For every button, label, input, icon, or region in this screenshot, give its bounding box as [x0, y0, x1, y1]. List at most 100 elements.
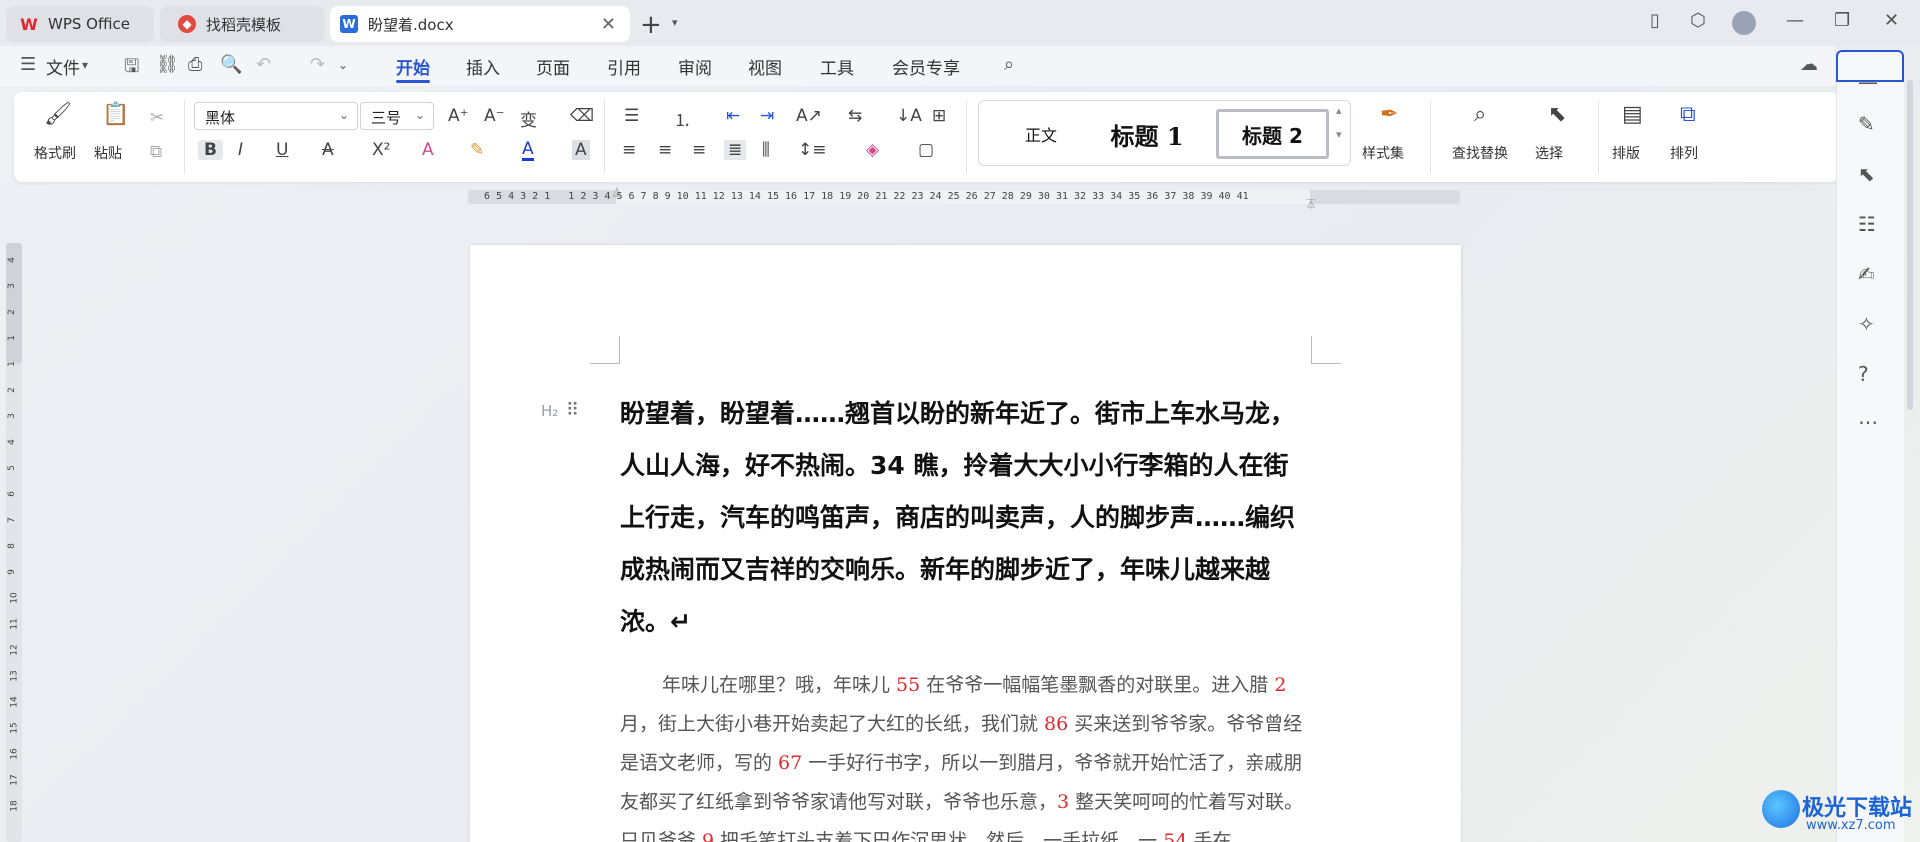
- hamburger-icon[interactable]: ☰: [20, 54, 36, 75]
- cut-icon[interactable]: ✂: [150, 108, 164, 128]
- tab-tools[interactable]: 工具: [820, 54, 854, 79]
- font-size-select[interactable]: 三号 ⌄: [360, 102, 434, 130]
- paste-icon: 📋: [102, 102, 130, 127]
- bullet-list-icon[interactable]: ☰: [624, 106, 639, 126]
- chevron-down-icon[interactable]: ▾: [672, 16, 678, 29]
- strikethrough-icon[interactable]: A: [322, 140, 334, 160]
- text-direction-icon[interactable]: A↗: [796, 106, 822, 126]
- vertical-ruler-number: 15: [9, 722, 20, 734]
- document-heading[interactable]: 盼望着，盼望着……翘首以盼的新年近了。街市上车水马龙，人山人海，好不热闹。34 …: [620, 388, 1310, 648]
- cloud-sync-icon[interactable]: ☁: [1800, 54, 1818, 75]
- restore-icon[interactable]: ❐: [1834, 10, 1850, 31]
- arrange-button[interactable]: 排列: [1670, 143, 1698, 163]
- style-heading-2[interactable]: 标题 2: [1216, 109, 1329, 159]
- tab-docer-templates[interactable]: ◆ 找稻壳模板: [160, 6, 325, 42]
- watermark-logo-icon: [1762, 790, 1800, 828]
- chevron-down-icon[interactable]: ⌄: [338, 58, 348, 72]
- tab-member[interactable]: 会员专享: [892, 54, 960, 79]
- style-heading-1[interactable]: 标题 1: [1097, 109, 1197, 159]
- style-scroll-down-icon[interactable]: ▾: [1336, 128, 1342, 141]
- tab-references[interactable]: 引用: [607, 54, 641, 79]
- search-icon[interactable]: ⌕: [1004, 54, 1014, 75]
- print-icon[interactable]: ⎙: [188, 54, 202, 75]
- drag-handle-icon[interactable]: ⠿: [566, 400, 579, 421]
- more-icon[interactable]: ⋯: [1858, 410, 1878, 434]
- close-window-icon[interactable]: ✕: [1884, 10, 1899, 31]
- line-spacing-icon[interactable]: ↕≡: [798, 140, 827, 160]
- tab-review[interactable]: 审阅: [678, 54, 712, 79]
- copy-icon[interactable]: ⧉: [150, 142, 162, 162]
- style-scroll-up-icon[interactable]: ▴: [1336, 104, 1342, 117]
- char-shading-icon[interactable]: A: [572, 140, 590, 160]
- tab-insert[interactable]: 插入: [466, 54, 500, 79]
- minimize-icon[interactable]: —: [1786, 10, 1804, 31]
- borders-icon[interactable]: ▢: [918, 140, 934, 160]
- justify-icon[interactable]: ≣: [724, 140, 747, 160]
- right-indent-marker-icon[interactable]: ⏄: [1306, 196, 1316, 211]
- vertical-ruler-number: 3: [6, 413, 17, 419]
- distribute-icon[interactable]: ⫼: [762, 140, 770, 160]
- paste-button[interactable]: 粘贴: [94, 143, 122, 163]
- decrease-indent-icon[interactable]: ⇤: [726, 106, 740, 126]
- vertical-ruler-number: 1: [6, 361, 17, 367]
- cursor-icon[interactable]: ⬉: [1858, 162, 1875, 186]
- numbered-list-icon[interactable]: ⒈: [674, 106, 691, 131]
- layout-button[interactable]: 排版: [1612, 143, 1640, 163]
- underline-icon[interactable]: U: [276, 140, 288, 160]
- superscript-icon[interactable]: X²: [372, 140, 390, 160]
- italic-icon[interactable]: I: [238, 140, 243, 160]
- indent-marker-icon[interactable]: ⏅: [612, 184, 622, 199]
- close-tab-icon[interactable]: ✕: [601, 14, 616, 35]
- save-icon[interactable]: 🖫: [124, 54, 139, 84]
- phonetic-guide-icon[interactable]: 变: [520, 106, 537, 131]
- vertical-ruler-number: 6: [6, 491, 17, 497]
- vertical-ruler-number: 3: [6, 283, 17, 289]
- decrease-font-icon[interactable]: A⁻: [484, 106, 505, 126]
- link-icon[interactable]: ⛓: [156, 54, 179, 75]
- tab-wps-office[interactable]: W WPS Office: [6, 6, 154, 42]
- pen-icon[interactable]: ✎: [1858, 112, 1875, 136]
- font-color-icon[interactable]: A: [522, 140, 534, 161]
- ai-write-icon[interactable]: ✍: [1858, 262, 1875, 286]
- document-body-paragraph[interactable]: 年味儿在哪里？哦，年味儿 55 在爷爷一幅幅笔墨飘香的对联里。进入腊 2 月，街…: [620, 666, 1310, 842]
- align-center-icon[interactable]: ≡: [658, 140, 672, 160]
- chevron-down-icon[interactable]: ▾: [82, 58, 88, 72]
- print-preview-icon[interactable]: 🔍: [220, 54, 242, 75]
- style-set-button[interactable]: 样式集: [1362, 143, 1404, 163]
- redo-icon[interactable]: ↷: [310, 54, 325, 75]
- collapse-icon[interactable]: —: [1858, 70, 1878, 94]
- align-left-icon[interactable]: ≡: [622, 140, 636, 160]
- increase-indent-icon[interactable]: ⇥: [760, 106, 774, 126]
- tab-view[interactable]: 视图: [748, 54, 782, 79]
- align-right-icon[interactable]: ≡: [692, 140, 706, 160]
- heading-level-marker: H₂: [541, 402, 559, 420]
- show-marks-icon[interactable]: ⊞: [932, 106, 946, 126]
- increase-font-icon[interactable]: A⁺: [448, 106, 469, 126]
- help-icon[interactable]: ?: [1858, 362, 1869, 386]
- select-button[interactable]: 选择: [1535, 143, 1563, 163]
- shading-icon[interactable]: ◈: [866, 140, 879, 160]
- highlight-icon[interactable]: ✎: [470, 140, 484, 160]
- sort-icon[interactable]: ↓A: [896, 106, 922, 126]
- undo-icon[interactable]: ↶: [256, 54, 271, 75]
- cube-icon[interactable]: ⬡: [1690, 10, 1706, 31]
- file-menu[interactable]: 文件: [46, 54, 80, 79]
- magic-tools-icon[interactable]: ✧: [1858, 312, 1875, 336]
- style-normal[interactable]: 正文: [991, 109, 1091, 159]
- tab-page[interactable]: 页面: [536, 54, 570, 79]
- clear-format-icon[interactable]: ⌫: [570, 106, 594, 126]
- adjust-icon[interactable]: ☷: [1858, 212, 1876, 236]
- format-painter-button[interactable]: 格式刷: [34, 143, 76, 163]
- avatar[interactable]: [1732, 11, 1756, 35]
- scrollbar[interactable]: [1907, 80, 1913, 410]
- reading-mode-icon[interactable]: ▯: [1650, 10, 1660, 31]
- tab-home[interactable]: 开始: [396, 54, 430, 79]
- new-tab-button[interactable]: +: [640, 10, 662, 40]
- font-name-select[interactable]: 黑体 ⌄: [194, 102, 358, 130]
- text-effect-icon[interactable]: A: [422, 140, 434, 160]
- bold-icon[interactable]: B: [198, 140, 223, 160]
- divider: [1598, 100, 1599, 174]
- tab-document[interactable]: W 盼望着.docx ✕: [330, 6, 630, 42]
- find-replace-button[interactable]: 查找替换: [1452, 143, 1508, 163]
- swap-icon[interactable]: ⇆: [848, 106, 862, 126]
